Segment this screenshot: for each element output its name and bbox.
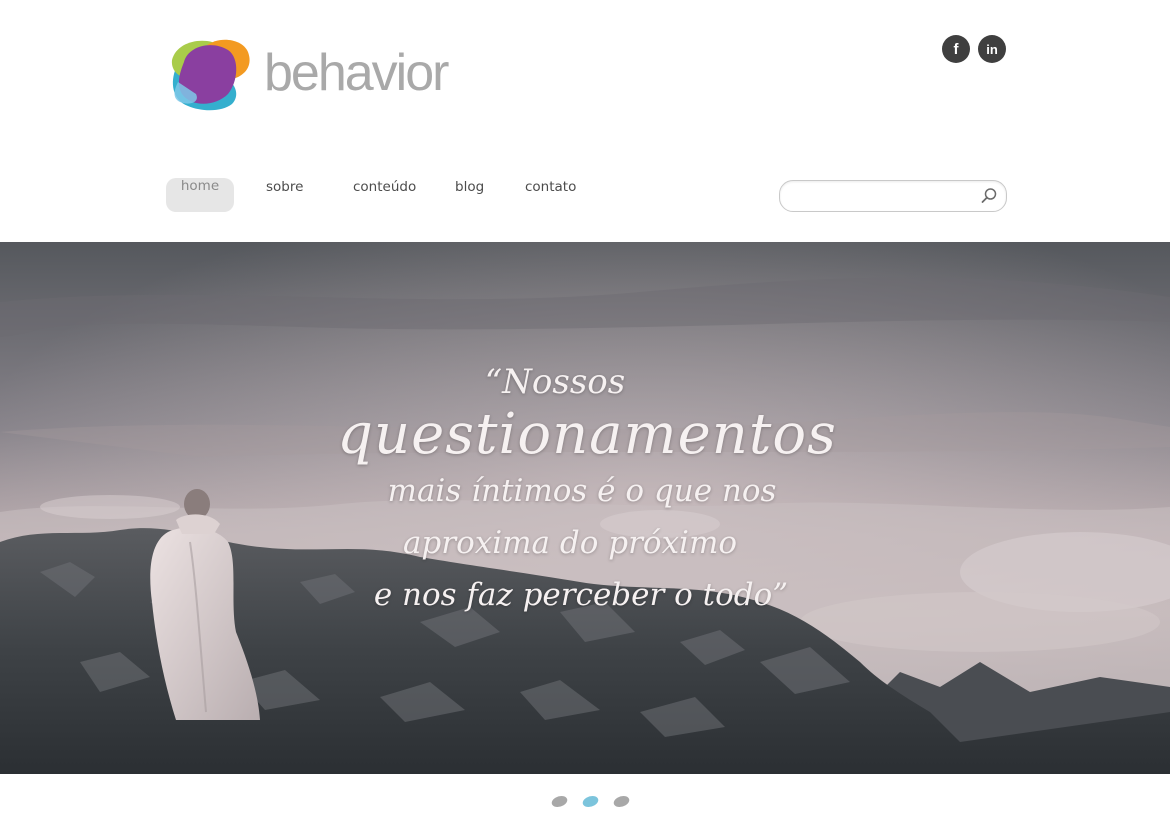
search-icon[interactable] (980, 187, 998, 205)
nav-item-label: blog (455, 179, 485, 195)
nav-item-sobre[interactable]: sobre (266, 179, 303, 195)
quote-line: mais íntimos é o que nos (387, 473, 777, 509)
quote-line-headline: questionamentos (337, 402, 837, 467)
slider-dot-active[interactable] (580, 796, 601, 807)
brand-name: behavior (264, 44, 449, 102)
nav-item-blog[interactable]: blog (455, 179, 484, 195)
facebook-icon[interactable]: f (942, 35, 970, 63)
nav-item-contato[interactable]: contato (525, 179, 576, 195)
quote-line: “Nossos (484, 362, 626, 402)
social-links: f in (942, 35, 1006, 63)
slider-pagination (549, 796, 632, 807)
quote-line: aproxima do próximo (402, 525, 738, 561)
search-input[interactable] (792, 181, 982, 209)
logo-mark-icon (166, 38, 252, 114)
nav-item-home[interactable]: home (166, 178, 234, 212)
slider-dot[interactable] (549, 796, 570, 807)
nav-item-label: conteúdo (353, 179, 417, 195)
slider-dot[interactable] (611, 796, 632, 807)
nav-item-label: contato (525, 179, 577, 195)
nav-item-conteudo[interactable]: conteúdo (353, 179, 416, 195)
nav-item-label: sobre (266, 179, 304, 195)
linkedin-icon[interactable]: in (978, 35, 1006, 63)
search-box (779, 180, 1007, 212)
quote-line: e nos faz perceber o todo” (373, 577, 789, 613)
hero-banner: “Nossos questionamentos mais íntimos é o… (0, 242, 1170, 774)
hero-quote: “Nossos questionamentos mais íntimos é o… (0, 360, 1170, 620)
brand-logo[interactable]: behavior (166, 36, 466, 116)
nav-item-label: home (180, 178, 220, 194)
